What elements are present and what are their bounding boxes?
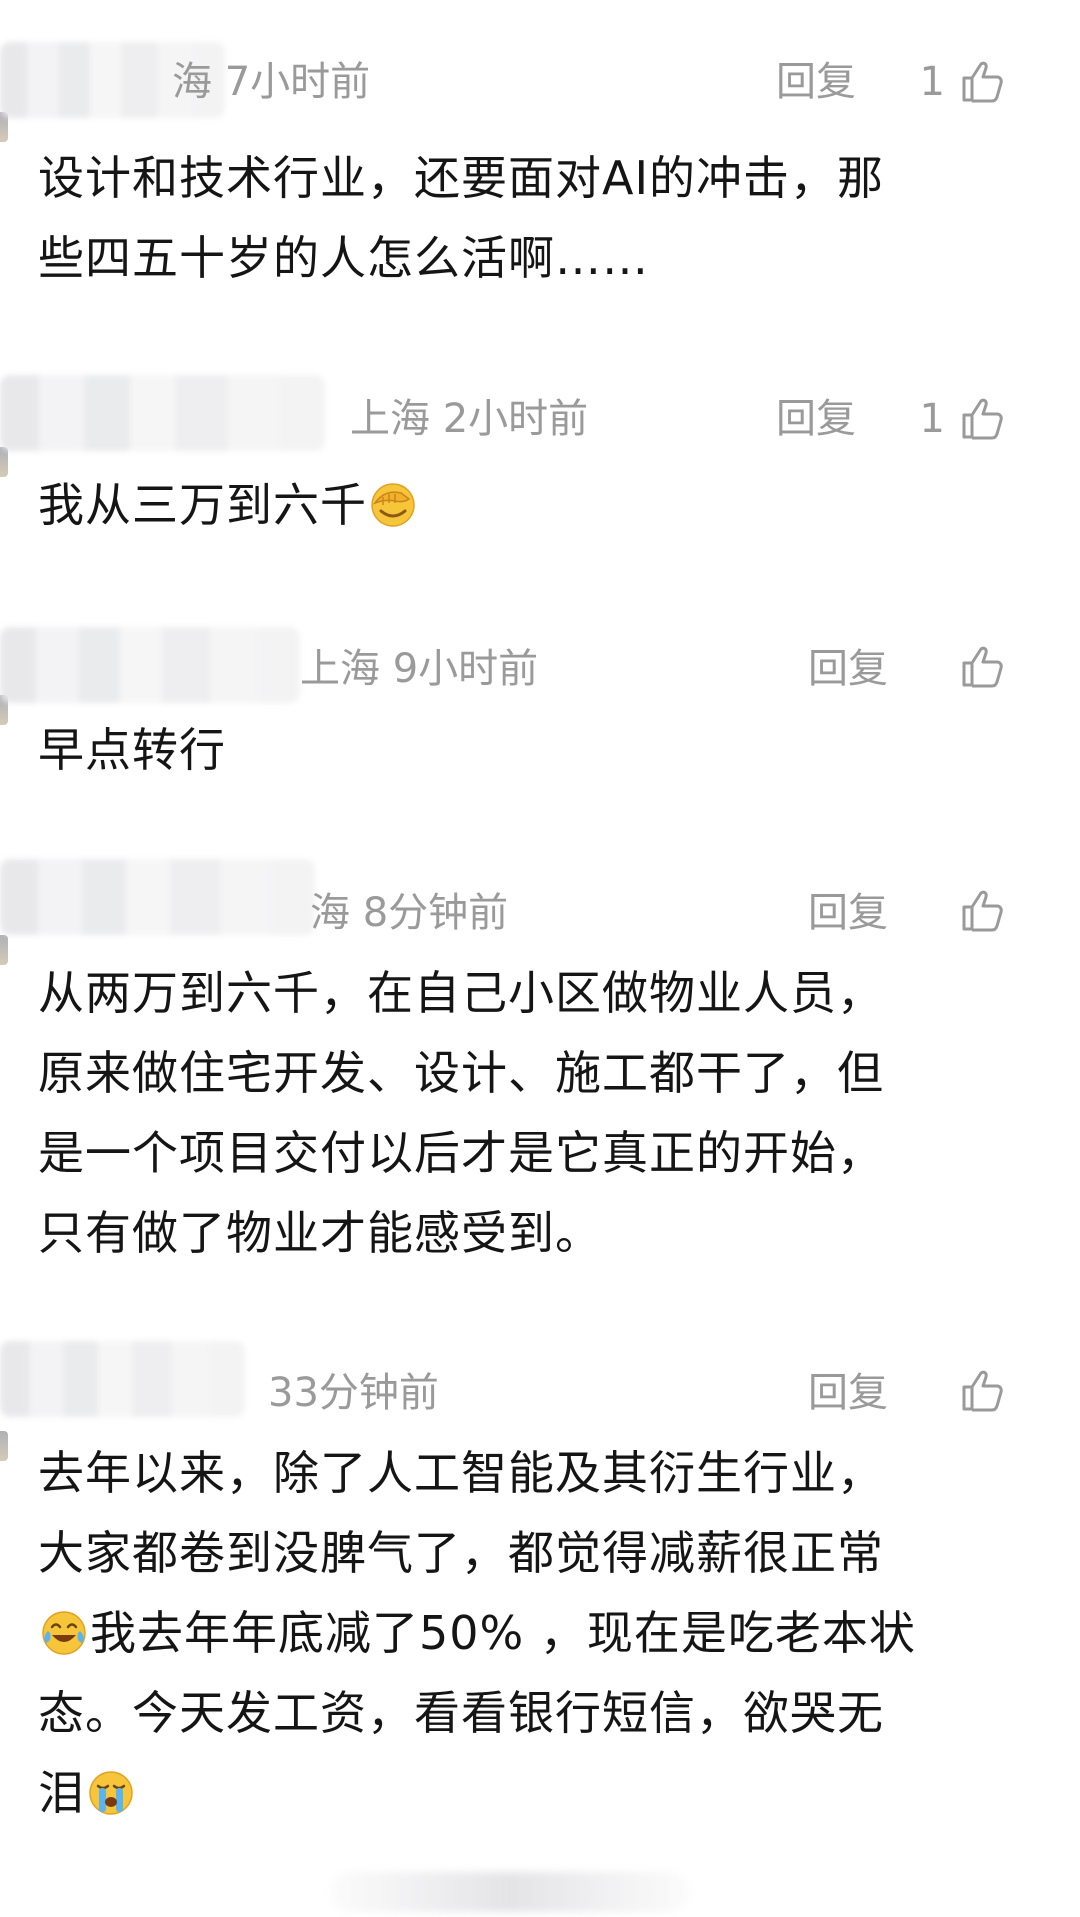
comment-text: 设计和技术行业，还要面对AI的冲击，那 些四五十岁的人怎么活啊……: [38, 138, 1038, 298]
location-time: 上海 9小时前: [300, 646, 539, 692]
comment-item: 海 7小时前 回复 1 设计和技术行业，还要面对AI的冲击，那 些四五十岁的人怎…: [0, 40, 1080, 285]
reply-button[interactable]: 回复: [776, 58, 856, 106]
comment-line: 些四五十岁的人怎么活啊……: [38, 231, 649, 285]
comment-line: 原来做住宅开发、设计、施工都干了，但: [38, 1046, 884, 1100]
comment-line: 泪: [38, 1753, 1038, 1833]
comment-line: 只有做了物业才能感受到。: [38, 1206, 602, 1260]
reply-button[interactable]: 回复: [808, 1369, 888, 1417]
reply-button[interactable]: 回复: [776, 395, 856, 443]
avatar[interactable]: [0, 935, 8, 965]
comment-line-text: 我去年年底减了50% ，现在是吃老本状: [90, 1606, 916, 1660]
thumbs-up-icon[interactable]: [958, 395, 1006, 443]
comment-line: 从两万到六千，在自己小区做物业人员，: [38, 966, 884, 1020]
comment-line: 设计和技术行业，还要面对AI的冲击，那: [38, 151, 885, 205]
comment-meta: 上海 9小时前 回复: [0, 625, 1080, 725]
comment-line: 我从三万到六千: [38, 478, 367, 532]
username-redacted[interactable]: [0, 627, 300, 703]
comment-line-text: 泪: [38, 1766, 85, 1820]
comment-line: 大家都卷到没脾气了，都觉得减薪很正常: [38, 1526, 884, 1580]
thumbs-up-icon[interactable]: [958, 643, 1006, 691]
reply-button[interactable]: 回复: [808, 889, 888, 937]
comment-line: 态。今天发工资，看看银行短信，欲哭无: [38, 1686, 884, 1740]
laughing-tears-emoji: [42, 1611, 86, 1655]
like-count: 1: [919, 396, 945, 442]
comment-line: 去年以来，除了人工智能及其衍生行业，: [38, 1446, 884, 1500]
avatar[interactable]: [0, 1431, 8, 1461]
comment-meta: 上海 2小时前 回复 1: [0, 375, 1080, 477]
comment-text: 我从三万到六千: [38, 465, 1038, 545]
reply-button[interactable]: 回复: [808, 645, 888, 693]
location-time: 上海 2小时前: [350, 396, 589, 442]
avatar[interactable]: [0, 447, 8, 477]
thumbs-up-icon[interactable]: [958, 887, 1006, 935]
comment-line: 是一个项目交付以后才是它真正的开始，: [38, 1126, 884, 1180]
like-count: 1: [919, 59, 945, 105]
thumbs-up-icon[interactable]: [958, 1367, 1006, 1415]
comment-item: 33分钟前 回复 去年以来，除了人工智能及其衍生行业， 大家都卷到没脾气了，都觉…: [0, 1341, 1080, 1825]
comment-item: 海 8分钟前 回复 从两万到六千，在自己小区做物业人员， 原来做住宅开发、设计、…: [0, 859, 1080, 1265]
facepalm-emoji: [371, 483, 415, 527]
comment-list: 海 7小时前 回复 1 设计和技术行业，还要面对AI的冲击，那 些四五十岁的人怎…: [0, 0, 1080, 1917]
crying-emoji: [89, 1771, 133, 1815]
username-redacted[interactable]: [0, 1341, 245, 1417]
location-time: 33分钟前: [268, 1370, 439, 1416]
comment-meta: 海 7小时前 回复 1: [0, 40, 1080, 142]
comment-text: 从两万到六千，在自己小区做物业人员， 原来做住宅开发、设计、施工都干了，但 是一…: [38, 953, 1038, 1273]
comment-item: 上海 2小时前 回复 1 我从三万到六千: [0, 375, 1080, 532]
location-time: 海 7小时前: [172, 59, 371, 105]
username-redacted[interactable]: [0, 375, 325, 451]
thumbs-up-icon[interactable]: [958, 58, 1006, 106]
comment-text: 早点转行: [38, 723, 226, 777]
redacted-footer: [330, 1872, 690, 1912]
comment-meta: 33分钟前 回复: [0, 1341, 1080, 1461]
comment-line: 我去年年底减了50% ，现在是吃老本状: [38, 1593, 1038, 1673]
comment-item: 上海 9小时前 回复 早点转行: [0, 625, 1080, 777]
comment-text: 去年以来，除了人工智能及其衍生行业， 大家都卷到没脾气了，都觉得减薪很正常 我去…: [38, 1433, 1038, 1833]
comment-meta: 海 8分钟前 回复: [0, 859, 1080, 965]
location-time: 海 8分钟前: [310, 890, 509, 936]
username-redacted[interactable]: [0, 859, 315, 935]
